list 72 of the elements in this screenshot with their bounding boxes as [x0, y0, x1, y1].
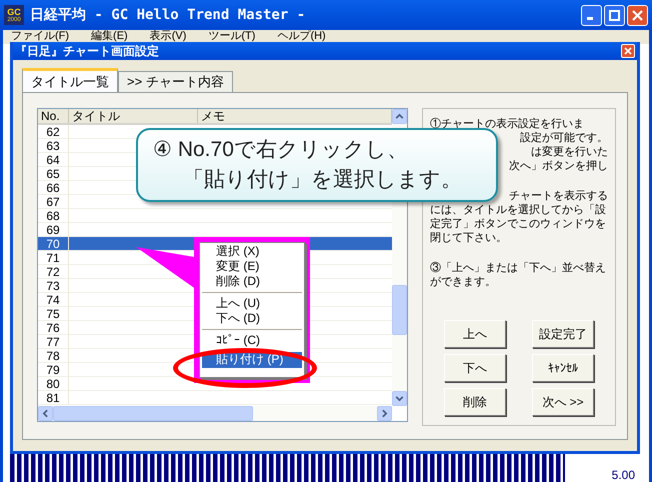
dialog-button[interactable]: 削除	[444, 388, 506, 416]
context-menu-item[interactable]: 削除 (D)	[202, 274, 302, 289]
menu-item[interactable]: ファイル(F)	[11, 30, 70, 43]
table-cell: 65	[38, 167, 69, 180]
close-button[interactable]	[621, 44, 635, 58]
table-cell: 64	[38, 153, 69, 166]
table-cell: 72	[38, 265, 69, 278]
info-text: 閉じて下さい。	[430, 231, 507, 245]
menu-item[interactable]: ヘルプ(H)	[277, 30, 326, 43]
table-cell: 67	[38, 195, 69, 208]
table-cell: 76	[38, 321, 69, 334]
scroll-thumb[interactable]	[392, 285, 407, 335]
list-row[interactable]: 68	[38, 209, 392, 223]
horizontal-scrollbar[interactable]	[38, 406, 392, 421]
table-cell: 68	[38, 209, 69, 222]
context-menu-item[interactable]: ｺﾋﾟｰ (C)	[202, 333, 302, 348]
table-cell: 81	[38, 391, 69, 404]
table-cell: 69	[38, 223, 69, 236]
info-text: ができます。	[430, 275, 496, 289]
axis-value: 5.00	[612, 469, 635, 482]
context-menu-item[interactable]: 上へ (U)	[202, 296, 302, 311]
scroll-left-icon[interactable]	[38, 406, 53, 421]
dialog-button[interactable]: 下へ	[444, 354, 506, 382]
dialog-button[interactable]: ｷｬﾝｾﾙ	[532, 354, 594, 382]
info-text: には、タイトルを選択してから「設	[430, 203, 606, 217]
info-text: は変更を行いた	[531, 145, 608, 159]
table-cell: 71	[38, 251, 69, 264]
table-cell: 79	[38, 363, 69, 376]
tab[interactable]: >> チャート内容	[118, 71, 233, 92]
table-cell: 70	[38, 237, 69, 250]
table-cell: 74	[38, 293, 69, 306]
table-cell: 78	[38, 349, 69, 362]
menu-item[interactable]: 表示(V)	[150, 30, 186, 43]
close-icon	[631, 8, 644, 22]
callout-text: 「貼り付け」を選択します。	[182, 167, 463, 193]
info-text: 次へ」ボタンを押し	[509, 159, 608, 173]
close-button[interactable]	[627, 4, 648, 26]
window-title: 日経平均 - GC Hello Trend Master -	[30, 6, 306, 24]
minimize-icon	[586, 17, 592, 20]
info-text: チャートを表示する	[509, 189, 608, 203]
menu-item[interactable]: 編集(E)	[91, 30, 128, 43]
info-text: 設定が可能です。	[520, 131, 608, 145]
table-cell: 63	[38, 139, 69, 152]
table-cell: 66	[38, 181, 69, 194]
context-menu-item[interactable]: 選択 (X)	[202, 244, 302, 259]
list-row[interactable]: 81	[38, 391, 392, 405]
info-text: ①チャートの表示設定を行いま	[430, 117, 584, 131]
scroll-right-icon[interactable]	[377, 406, 392, 421]
close-icon	[624, 47, 632, 55]
scroll-down-icon[interactable]	[392, 391, 407, 406]
dialog-button[interactable]: 次へ >>	[532, 388, 594, 416]
scroll-up-icon[interactable]	[392, 109, 407, 124]
table-cell: 80	[38, 377, 69, 390]
column-header[interactable]: タイトル	[69, 109, 198, 123]
minimize-button[interactable]	[581, 4, 602, 26]
context-menu-item[interactable]: 変更 (E)	[202, 259, 302, 274]
info-text: 定完了」ボタンでこのウィンドウを	[430, 217, 606, 231]
callout-text: ④ No.70で右クリックし、	[153, 137, 409, 163]
table-cell: 77	[38, 335, 69, 348]
table-cell: 62	[38, 125, 69, 138]
scroll-thumb[interactable]	[53, 406, 253, 421]
maximize-button[interactable]	[604, 4, 625, 26]
table-cell: 75	[38, 307, 69, 320]
column-header[interactable]: No.	[38, 109, 69, 123]
dialog-button[interactable]: 上へ	[444, 320, 506, 348]
dialog-title: 『日足』チャート画面設定	[15, 43, 159, 60]
dialog-button[interactable]: 設定完了	[532, 320, 594, 348]
info-text: ③「上へ」または「下へ」並べ替え	[430, 261, 606, 275]
maximize-icon	[608, 8, 621, 22]
table-cell: 73	[38, 279, 69, 292]
menu-item[interactable]: ツール(T)	[208, 30, 256, 43]
tab[interactable]: タイトル一覧	[22, 68, 118, 92]
